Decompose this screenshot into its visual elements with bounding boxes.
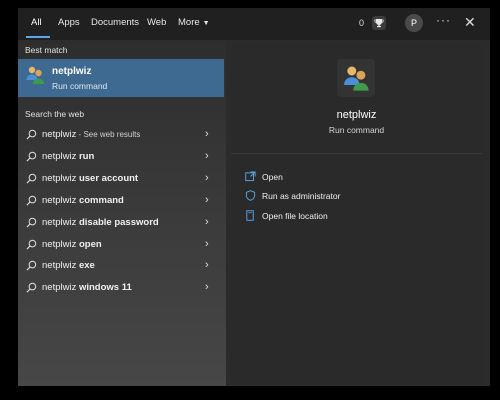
web-result-suffix: - See web results xyxy=(76,130,141,139)
web-result-text: netplwiz disable password xyxy=(42,217,159,228)
users-icon xyxy=(26,66,44,84)
web-result-text: netplwiz open xyxy=(42,239,102,250)
preview-app-name: netplwiz xyxy=(336,109,377,121)
web-result-text: netplwiz command xyxy=(42,195,124,206)
web-result-query: netplwiz xyxy=(42,239,79,250)
web-result-item[interactable]: netplwiz - See web results › xyxy=(18,125,224,145)
search-icon xyxy=(26,195,37,206)
chevron-right-icon: › xyxy=(205,238,209,250)
tab-apps[interactable]: Apps xyxy=(58,17,80,28)
web-result-bold: exe xyxy=(78,260,95,271)
shield-icon xyxy=(245,190,256,201)
chevron-right-icon: › xyxy=(205,216,209,228)
trophy-icon[interactable] xyxy=(372,16,386,30)
search-icon xyxy=(26,282,37,293)
search-web-heading: Search the web xyxy=(25,109,85,119)
web-result-item[interactable]: netplwiz disable password › xyxy=(18,213,224,233)
tab-web[interactable]: Web xyxy=(147,17,166,28)
search-icon xyxy=(26,129,37,140)
web-result-bold: disable password xyxy=(78,217,159,228)
web-result-bold: open xyxy=(78,239,102,250)
web-result-query: netplwiz xyxy=(42,260,79,271)
web-result-text: netplwiz run xyxy=(42,151,94,162)
web-result-query: netplwiz xyxy=(42,173,79,184)
chevron-right-icon: › xyxy=(205,281,209,293)
web-result-item[interactable]: netplwiz command › xyxy=(18,191,224,211)
close-icon[interactable]: ✕ xyxy=(464,14,476,31)
search-icon xyxy=(26,173,37,184)
chevron-down-icon: ▼ xyxy=(202,20,210,27)
web-result-text: netplwiz exe xyxy=(42,260,95,271)
app-icon xyxy=(337,59,375,97)
web-result-query: netplwiz xyxy=(42,217,79,228)
chevron-right-icon: › xyxy=(205,172,209,184)
chevron-right-icon: › xyxy=(205,150,209,162)
web-result-query: netplwiz xyxy=(42,151,79,162)
web-result-query: netplwiz xyxy=(42,129,77,140)
search-panel: All Apps Documents Web More ▼ 0 P ··· ✕ B… xyxy=(18,8,490,386)
users-icon xyxy=(344,66,369,91)
web-result-query: netplwiz xyxy=(42,282,79,293)
avatar[interactable]: P xyxy=(405,14,423,32)
web-result-bold: command xyxy=(78,195,124,206)
tab-all[interactable]: All xyxy=(31,17,42,28)
web-result-bold: user account xyxy=(78,173,139,184)
web-result-item[interactable]: netplwiz open › xyxy=(18,235,224,255)
search-icon xyxy=(26,260,37,271)
chevron-right-icon: › xyxy=(205,128,209,140)
web-result-text: netplwiz user account xyxy=(42,173,138,184)
web-result-text: netplwiz windows 11 xyxy=(42,282,132,293)
search-icon xyxy=(26,151,37,162)
web-result-text: netplwiz - See web results xyxy=(42,129,140,140)
tab-more-label: More xyxy=(178,17,200,28)
preview-pane: netplwiz Run command Open Run as adminis… xyxy=(231,45,482,386)
preview-app-type: Run command xyxy=(328,125,385,135)
search-tabs-bar: All Apps Documents Web More ▼ 0 P ··· ✕ xyxy=(18,8,490,40)
open-file-location-label: Open file location xyxy=(262,211,328,221)
web-result-item[interactable]: netplwiz run › xyxy=(18,147,224,167)
rewards-points-count: 0 xyxy=(359,18,365,28)
tab-more[interactable]: More ▼ xyxy=(178,17,210,28)
best-match-subtitle: Run command xyxy=(52,81,108,91)
best-match-item[interactable]: netplwiz Run command xyxy=(18,59,224,97)
web-result-item[interactable]: netplwiz windows 11 › xyxy=(18,278,224,298)
results-list: Best match netplwiz Run command Search t… xyxy=(18,40,226,386)
search-icon xyxy=(26,217,37,228)
web-result-bold: windows 11 xyxy=(78,282,132,293)
best-match-heading: Best match xyxy=(25,45,68,55)
open-icon xyxy=(245,171,256,182)
best-match-title: netplwiz xyxy=(52,66,92,77)
web-result-bold: run xyxy=(78,151,95,162)
chevron-right-icon: › xyxy=(205,259,209,271)
search-icon xyxy=(26,239,37,250)
web-result-item[interactable]: netplwiz exe › xyxy=(18,256,224,276)
more-options-icon[interactable]: ··· xyxy=(436,13,451,27)
active-tab-indicator xyxy=(26,36,50,38)
open-action-label: Open xyxy=(262,172,283,182)
web-result-query: netplwiz xyxy=(42,195,79,206)
web-result-item[interactable]: netplwiz user account › xyxy=(18,169,224,189)
chevron-right-icon: › xyxy=(205,194,209,206)
folder-icon xyxy=(246,210,254,221)
divider xyxy=(231,153,482,154)
tab-documents[interactable]: Documents xyxy=(91,17,139,28)
run-as-admin-label: Run as administrator xyxy=(262,191,341,201)
